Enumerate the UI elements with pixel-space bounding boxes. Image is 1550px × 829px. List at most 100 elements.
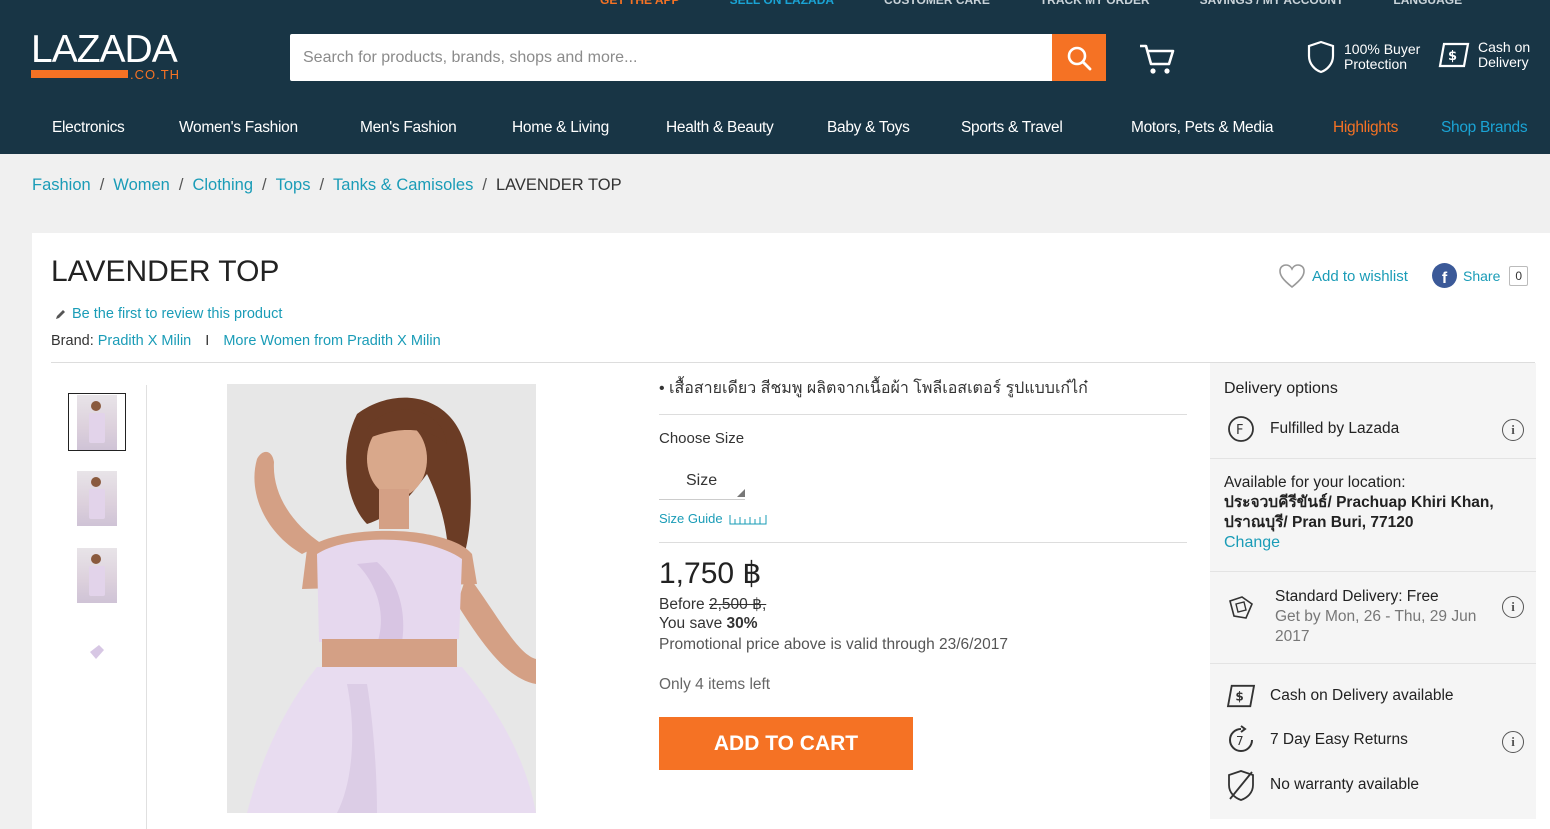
breadcrumb-separator: /	[99, 176, 105, 194]
search-input[interactable]	[290, 34, 1050, 81]
delivery-truck-icon	[1226, 592, 1256, 622]
savings-line: You save 30%	[659, 615, 758, 633]
brand-link[interactable]: Pradith X Milin	[98, 333, 191, 349]
top-link[interactable]: LANGUAGE	[1393, 0, 1462, 7]
fulfilled-icon: F	[1226, 414, 1256, 444]
shield-icon	[1307, 40, 1335, 74]
nav-womens-fashion[interactable]: Women's Fashion	[179, 119, 298, 137]
product-description: • เสื้อสายเดียว สีชมพู ผลิตจากเนื้อผ้า โ…	[659, 380, 1088, 397]
save-label: You save	[659, 615, 723, 632]
before-label: Before	[659, 596, 705, 613]
thumbnail-3[interactable]	[68, 546, 126, 604]
model-photo	[227, 384, 536, 813]
nav-highlights[interactable]: Highlights	[1333, 119, 1398, 137]
breadcrumb-separator: /	[178, 176, 184, 194]
breadcrumb-clothing[interactable]: Clothing	[192, 176, 253, 195]
breadcrumb-tanks-camisoles[interactable]: Tanks & Camisoles	[333, 176, 473, 195]
review-link[interactable]: Be the first to review this product	[54, 306, 282, 322]
fulfilled-row: F Fulfilled by Lazada	[1226, 414, 1399, 444]
cash-on-delivery-badge[interactable]: $ Cash on Delivery	[1438, 40, 1530, 70]
nav-health-beauty[interactable]: Health & Beauty	[666, 119, 774, 137]
product-panel: LAVENDER TOP Be the first to review this…	[32, 233, 1550, 829]
wishlist-label: Add to wishlist	[1312, 267, 1408, 285]
product-main-image[interactable]	[227, 384, 536, 813]
save-percent: 30%	[726, 615, 758, 632]
add-to-cart-button[interactable]: ADD TO CART	[659, 717, 913, 770]
cod-label: Cash on Delivery available	[1270, 687, 1454, 704]
fulfilled-label: Fulfilled by Lazada	[1270, 420, 1400, 437]
location-line1: ประจวบคีรีขันธ์/ Prachuap Khiri Khan,	[1224, 494, 1494, 511]
fulfillment-section: Delivery options F Fulfilled by Lazada i	[1210, 363, 1536, 459]
promo-validity: Promotional price above is valid through…	[659, 636, 1008, 653]
fabric-swatch-icon	[90, 645, 104, 659]
category-nav: Electronics Women's Fashion Men's Fashio…	[0, 102, 1550, 154]
ruler-icon	[729, 514, 767, 524]
cart-icon	[1140, 44, 1175, 74]
nav-home-living[interactable]: Home & Living	[512, 119, 609, 137]
top-link[interactable]: SELL ON LAZADA	[730, 0, 834, 7]
product-title: LAVENDER TOP	[51, 255, 280, 288]
svg-text:F: F	[1236, 423, 1243, 438]
breadcrumb: Fashion / Women / Clothing / Tops / Tank…	[32, 176, 622, 195]
lazada-logo[interactable]: LAZADA .CO.TH	[31, 28, 191, 84]
share-label: Share	[1463, 267, 1501, 284]
facebook-icon: f	[1432, 263, 1457, 288]
nav-motors-pets-media[interactable]: Motors, Pets & Media	[1131, 119, 1273, 137]
logo-text: LAZADA	[31, 28, 178, 71]
review-link-label: Be the first to review this product	[72, 306, 283, 322]
original-price: 2,500 ฿,	[708, 596, 767, 613]
buyer-protection-badge[interactable]: 100% Buyer Protection	[1306, 40, 1420, 74]
nav-sports-travel[interactable]: Sports & Travel	[961, 119, 1063, 137]
fulfilled-info-icon[interactable]: i	[1502, 419, 1524, 441]
top-link[interactable]: TRACK MY ORDER	[1040, 0, 1150, 7]
change-location-link[interactable]: Change	[1224, 534, 1280, 551]
info-divider	[659, 542, 1187, 543]
location-block: Available for your location: ประจวบคีรีข…	[1224, 473, 1524, 553]
pencil-icon	[56, 309, 65, 319]
standard-delivery-info-icon[interactable]: i	[1502, 596, 1524, 618]
before-price-line: Before 2,500 ฿,	[659, 595, 766, 614]
top-link[interactable]: SAVINGS / MY ACCOUNT	[1200, 0, 1344, 7]
breadcrumb-current: LAVENDER TOP	[495, 176, 622, 194]
thumbnail-image	[77, 470, 117, 526]
nav-electronics[interactable]: Electronics	[52, 119, 125, 137]
breadcrumb-women[interactable]: Women	[113, 176, 170, 195]
size-guide-link[interactable]: Size Guide	[659, 511, 767, 526]
wishlist-button[interactable]: Add to wishlist	[1278, 263, 1408, 289]
breadcrumb-tops[interactable]: Tops	[276, 176, 311, 195]
breadcrumb-separator: /	[482, 176, 487, 194]
cart-button[interactable]	[1138, 42, 1176, 81]
size-select[interactable]: Size	[659, 470, 745, 500]
header: LAZADA .CO.TH 100% Buyer Protection $ Ca…	[0, 14, 1550, 102]
search-button[interactable]	[1052, 34, 1106, 81]
thumbnail-2[interactable]	[68, 469, 126, 527]
dropdown-corner-icon	[737, 489, 745, 497]
warranty-row: No warranty available	[1226, 770, 1419, 801]
nav-shop-brands[interactable]: Shop Brands	[1441, 119, 1528, 137]
search-bar	[290, 34, 1106, 81]
location-label: Available for your location:	[1224, 474, 1406, 491]
thumbnail-1[interactable]	[68, 393, 126, 451]
nav-mens-fashion[interactable]: Men's Fashion	[360, 119, 457, 137]
breadcrumb-separator: /	[262, 176, 267, 194]
top-links: GET THE APP SELL ON LAZADA CUSTOMER CARE TR…	[600, 0, 1462, 7]
top-link[interactable]: GET THE APP	[600, 0, 680, 7]
thumbnail-image	[77, 547, 117, 603]
standard-delivery-icon-row	[1226, 592, 1270, 622]
thumbnail-4[interactable]	[68, 623, 126, 681]
buyer-protection-line2: Protection	[1344, 56, 1408, 72]
cod-line2: Delivery	[1478, 54, 1529, 70]
breadcrumb-fashion[interactable]: Fashion	[32, 176, 91, 195]
returns-info-icon[interactable]: i	[1502, 731, 1524, 753]
svg-text:$: $	[1448, 49, 1457, 64]
nav-baby-toys[interactable]: Baby & Toys	[827, 119, 910, 137]
choose-size-label: Choose Size	[659, 430, 745, 447]
top-link[interactable]: CUSTOMER CARE	[884, 0, 990, 7]
standard-delivery-date: Get by Mon, 26 - Thu, 29 Jun 2017	[1275, 608, 1477, 645]
share-count: 0	[1509, 265, 1529, 286]
returns-label: 7 Day Easy Returns	[1270, 731, 1408, 748]
delivery-options-panel: Delivery options F Fulfilled by Lazada i…	[1210, 363, 1536, 819]
more-from-brand-link[interactable]: More Women from Pradith X Milin	[223, 333, 440, 349]
stock-status: Only 4 items left	[659, 676, 771, 693]
share-button[interactable]: f Share 0	[1432, 263, 1529, 288]
